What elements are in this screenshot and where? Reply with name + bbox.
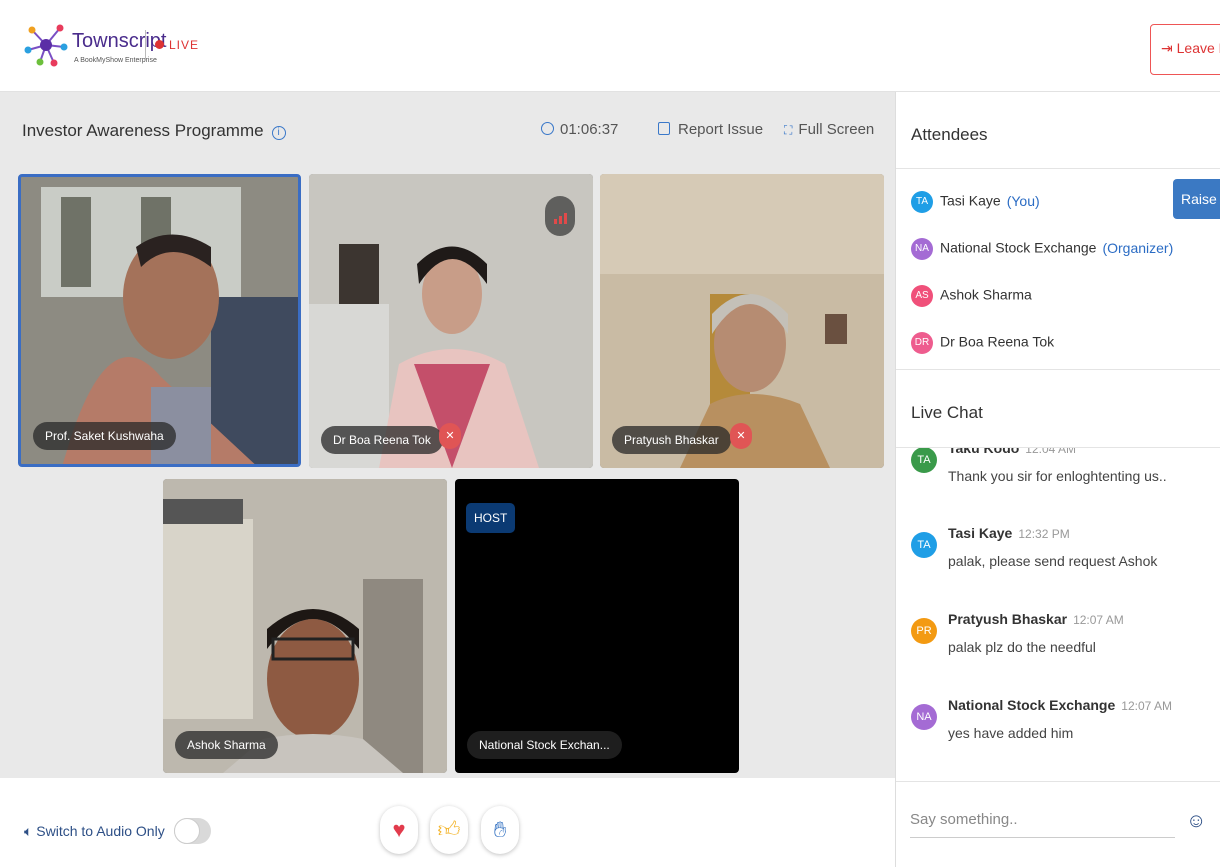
info-icon[interactable]: i — [271, 126, 286, 140]
toggle-knob — [174, 818, 200, 844]
message-author: National Stock Exchange 12:07 AM — [948, 697, 1172, 713]
live-chat-title: Live Chat — [911, 403, 983, 422]
video-tile[interactable]: Pratyush Bhaskar ✕ — [600, 174, 884, 468]
live-dot-icon — [155, 40, 164, 49]
message-text: palak, please send request Ashok — [948, 553, 1158, 569]
expand-icon: ⛶ — [784, 123, 793, 137]
message-author: Pratyush Bhaskar 12:07 AM — [948, 611, 1124, 627]
host-badge: HOST — [466, 503, 516, 533]
avatar: NA — [911, 238, 933, 260]
top-header: Townscript A BookMyShow Enterprise LIVE … — [0, 0, 1220, 92]
video-feed — [163, 479, 447, 773]
video-tile[interactable]: HOST National Stock Exchan... — [455, 479, 739, 773]
participant-name: Dr Boa Reena Tok — [321, 426, 443, 454]
avatar: AS — [911, 285, 933, 307]
attendees-title: Attendees — [911, 125, 988, 144]
participant-name: Pratyush Bhaskar — [612, 426, 731, 454]
attendee-name: Ashok Sharma — [940, 286, 1032, 303]
audio-only-text: Switch to Audio Only — [36, 823, 165, 839]
message-text: Thank you sir for enloghtenting us.. — [948, 468, 1167, 484]
chat-messages[interactable]: TA Taku Kodo 12:04 AM Thank you sir for e… — [896, 448, 1220, 781]
attendee-item: TA Tasi Kaye (You) — [911, 191, 1040, 213]
emoji-icon[interactable]: ☺ — [1186, 810, 1206, 833]
heart-reaction-button[interactable]: ♥ — [380, 806, 418, 854]
video-stage: Investor Awareness Programme i 01:06:37 R… — [0, 92, 895, 778]
controls-bar: 🔈︎ Switch to Audio Only ♥ 👍︎ ✋︎ — [0, 778, 895, 867]
participant-name: Prof. Saket Kushwaha — [33, 422, 176, 450]
exit-icon: ⇥ — [1161, 40, 1177, 56]
clap-icon: ✋︎ — [493, 817, 507, 842]
attendee-name: Tasi Kaye — [940, 192, 1001, 209]
message-text: yes have added him — [948, 725, 1074, 741]
mic-muted-icon: ✕ — [730, 423, 752, 449]
message-author: Taku Kodo 12:04 AM — [948, 448, 1076, 456]
full-screen-button[interactable]: ⛶ Full Screen — [784, 121, 874, 138]
attendee-name: Dr Boa Reena Tok — [940, 333, 1055, 350]
message-text: palak plz do the needful — [948, 639, 1096, 655]
message-time: 12:07 AM — [1121, 699, 1172, 713]
thumbs-up-reaction-button[interactable]: 👍︎ — [430, 806, 468, 854]
fullscreen-label: Full Screen — [798, 121, 875, 138]
avatar: NA — [911, 704, 937, 730]
participant-name: Ashok Sharma — [175, 731, 278, 759]
thumbs-up-icon: 👍︎ — [437, 817, 461, 842]
clap-reaction-button[interactable]: ✋︎ — [481, 806, 519, 854]
mic-muted-icon: ✕ — [439, 423, 461, 449]
event-title: Investor Awareness Programme i — [22, 121, 286, 141]
audio-only-label: 🔈︎ Switch to Audio Only — [24, 823, 165, 840]
attendee-tag: (Organizer) — [1102, 239, 1174, 256]
right-sidebar: Attendees TA Tasi Kaye (You) NA National St… — [895, 92, 1220, 867]
report-issue-button[interactable]: Report Issue — [658, 121, 763, 138]
avatar: TA — [911, 532, 937, 558]
heart-icon: ♥ — [392, 817, 406, 842]
divider — [896, 369, 1220, 370]
chat-input[interactable] — [910, 802, 1175, 838]
header-divider — [145, 30, 146, 60]
event-title-text: Investor Awareness Programme — [22, 121, 264, 140]
speaker-icon: 🔈︎ — [24, 823, 37, 839]
author-name: Taku Kodo — [948, 448, 1020, 456]
avatar: TA — [911, 448, 937, 473]
timer-value: 01:06:37 — [560, 121, 619, 138]
avatar: DR — [911, 332, 933, 354]
message-author: Tasi Kaye 12:32 PM — [948, 525, 1070, 541]
author-name: Pratyush Bhaskar — [948, 611, 1068, 627]
raise-hand-button[interactable]: Raise H — [1173, 179, 1220, 219]
author-name: Tasi Kaye — [948, 525, 1013, 541]
message-time: 12:32 PM — [1018, 527, 1070, 541]
live-indicator: LIVE — [155, 38, 199, 52]
message-time: 12:07 AM — [1073, 613, 1124, 627]
chat-input-area: ☺ — [896, 781, 1220, 867]
attendee-item: AS Ashok Sharma — [911, 285, 1032, 307]
divider — [896, 168, 1220, 169]
video-tile[interactable]: Dr Boa Reena Tok ✕ — [309, 174, 593, 468]
avatar: PR — [911, 618, 937, 644]
network-signal-icon — [545, 196, 575, 236]
video-tile[interactable]: Ashok Sharma — [163, 479, 447, 773]
message-time: 12:04 AM — [1025, 448, 1076, 456]
attendee-item: DR Dr Boa Reena Tok — [911, 332, 1054, 354]
attendee-item: NA National Stock Exchange (Organizer) — [911, 238, 1173, 260]
video-tile[interactable]: Prof. Saket Kushwaha — [18, 174, 301, 467]
clock-icon — [541, 122, 554, 135]
live-label: LIVE — [169, 38, 200, 52]
leave-label: Leave E — [1176, 40, 1220, 56]
report-icon — [658, 122, 670, 135]
brand-name: Townscript — [72, 30, 167, 52]
attendee-tag: (You) — [1006, 192, 1040, 209]
leave-event-button[interactable]: ⇥ Leave E — [1150, 24, 1220, 75]
participant-name: National Stock Exchan... — [467, 731, 622, 759]
session-timer: 01:06:37 — [541, 121, 618, 138]
avatar: TA — [911, 191, 933, 213]
audio-only-toggle[interactable] — [174, 818, 211, 844]
attendee-name: National Stock Exchange — [940, 239, 1097, 256]
author-name: National Stock Exchange — [948, 697, 1116, 713]
townscript-logo-icon — [24, 24, 68, 67]
report-label: Report Issue — [678, 121, 764, 138]
